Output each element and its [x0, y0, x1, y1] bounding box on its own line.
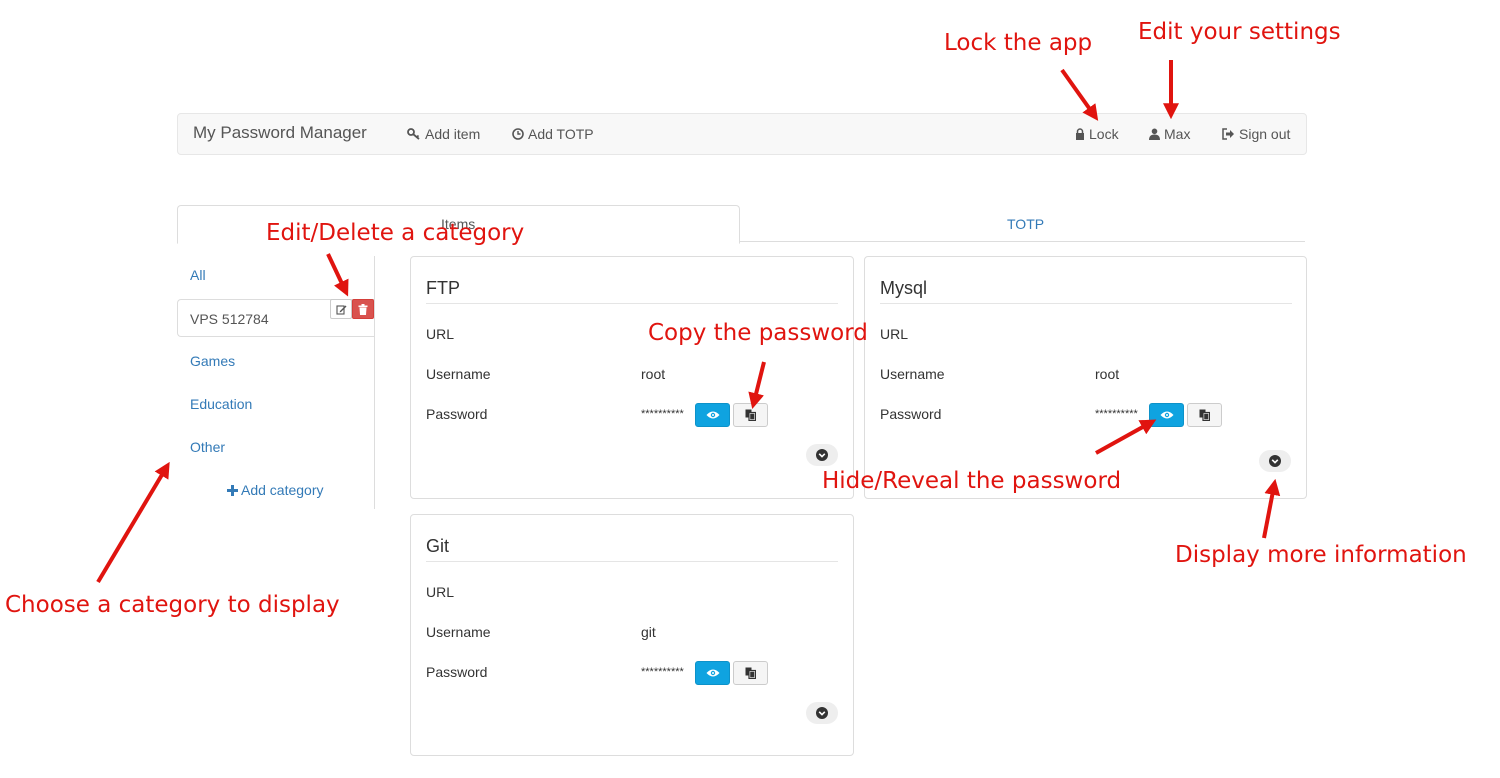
annotation-arrows	[96, 60, 1281, 584]
annotation-more-info: Display more information	[1175, 542, 1467, 568]
annotation-edit-delete-category: Edit/Delete a category	[266, 220, 525, 246]
arrow-copy	[748, 361, 766, 409]
arrow-edit-delete	[326, 253, 349, 297]
arrow-choose-category	[96, 461, 170, 584]
annotation-edit-settings: Edit your settings	[1138, 19, 1341, 45]
annotation-choose-category: Choose a category to display	[5, 592, 340, 618]
annotation-hide-reveal: Hide/Reveal the password	[822, 468, 1122, 494]
arrow-lock	[1060, 68, 1099, 121]
arrow-hide-reveal	[1095, 419, 1157, 455]
arrow-more-info	[1262, 478, 1281, 539]
annotation-copy-password: Copy the password	[648, 320, 868, 346]
annotation-lock-app: Lock the app	[944, 30, 1093, 56]
